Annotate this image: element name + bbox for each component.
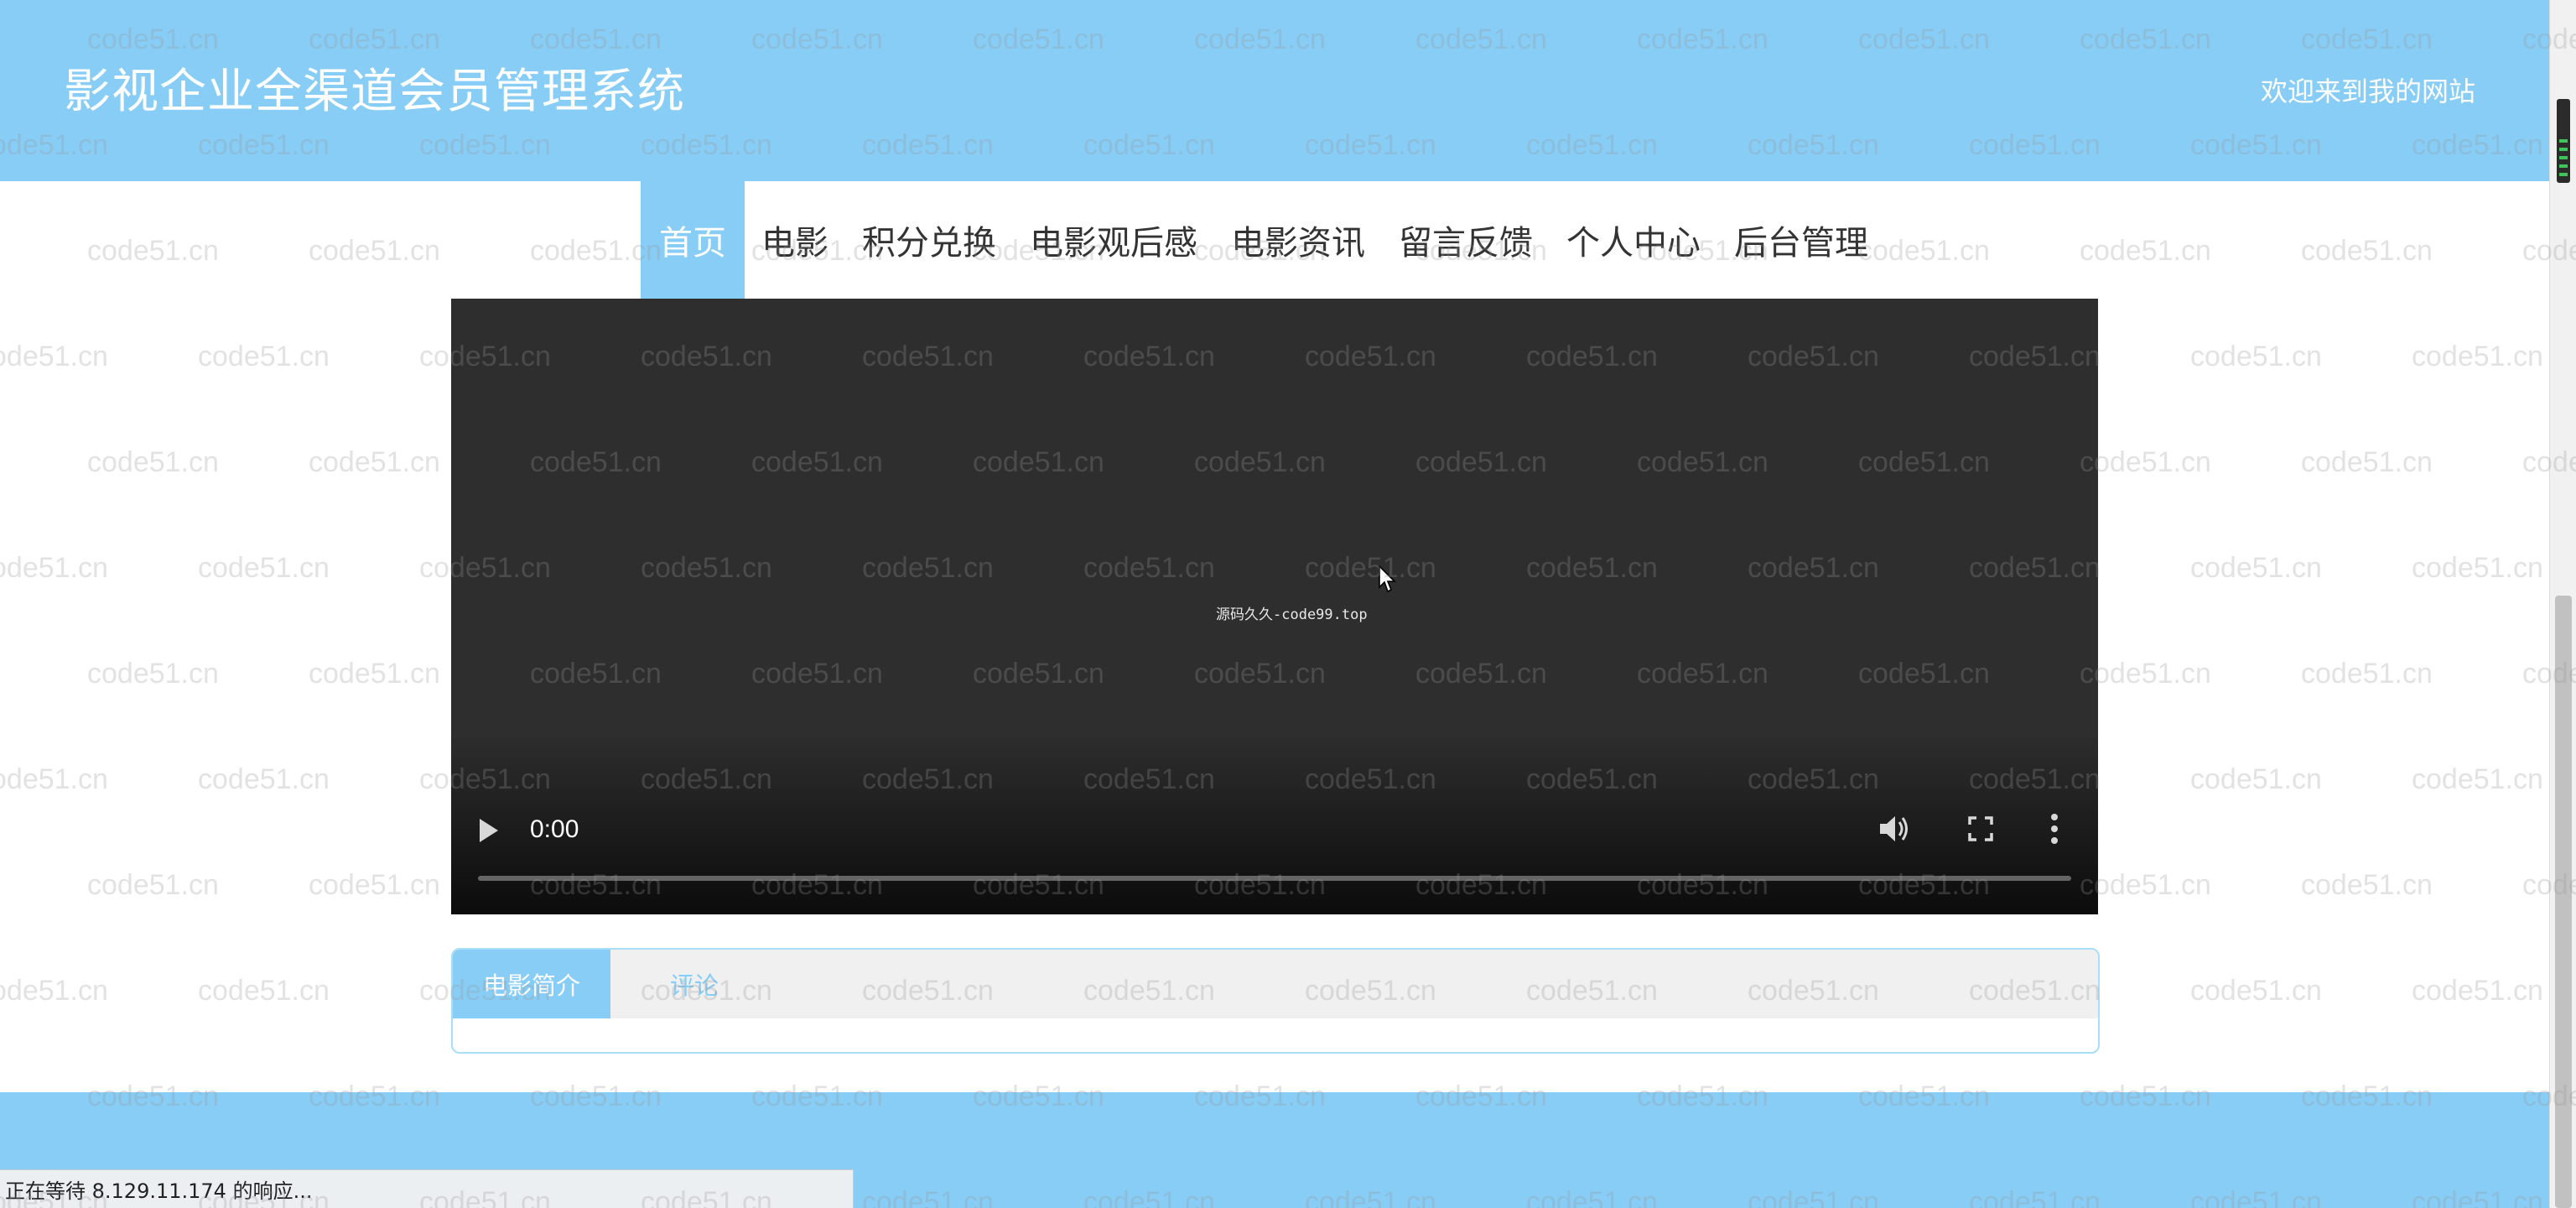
- watermark-text: code51.cn: [198, 341, 330, 372]
- watermark-text: code51.cn: [2301, 446, 2433, 478]
- watermark-text: code51.cn: [87, 446, 219, 478]
- watermark-text: code51.cn: [198, 763, 330, 795]
- watermark-text: code51.cn: [2412, 341, 2543, 372]
- watermark-text: code51.cn: [2412, 552, 2543, 584]
- watermark-text: code51.cn: [2080, 235, 2211, 267]
- video-time: 0:00: [530, 815, 579, 843]
- nav-item-personal-center[interactable]: 个人中心: [1550, 181, 1717, 299]
- watermark-text: code51.cn: [87, 869, 219, 901]
- watermark-text: code51.cn: [2301, 235, 2433, 267]
- watermark-text: code51.cn: [0, 975, 108, 1007]
- site-title: 影视企业全渠道会员管理系统: [64, 65, 685, 119]
- watermark-text: code51.cn: [2190, 763, 2322, 795]
- watermark-text: code51.cn: [2412, 763, 2543, 795]
- nav-item-points-exchange[interactable]: 积分兑换: [845, 181, 1013, 299]
- nav-item-movies[interactable]: 电影: [745, 181, 845, 299]
- watermark-text: code51.cn: [198, 552, 330, 584]
- nav-item-admin[interactable]: 后台管理: [1717, 181, 1885, 299]
- nav-item-movie-news[interactable]: 电影资讯: [1214, 181, 1382, 299]
- scroll-marker: [2557, 99, 2570, 183]
- mouse-cursor-icon: [1379, 565, 1396, 593]
- header-band: 影视企业全渠道会员管理系统 欢迎来到我的网站: [0, 0, 2549, 181]
- watermark-text: code51.cn: [2080, 869, 2211, 901]
- seek-bar[interactable]: [478, 876, 2071, 881]
- watermark-text: code51.cn: [2080, 446, 2211, 478]
- watermark-text: code51.cn: [2301, 869, 2433, 901]
- browser-status-bar: 正在等待 8.129.11.174 的响应...: [0, 1169, 854, 1208]
- nav-item-feedback[interactable]: 留言反馈: [1382, 181, 1550, 299]
- watermark-text: code51.cn: [2190, 341, 2322, 372]
- watermark-text: code51.cn: [2190, 975, 2322, 1007]
- watermark-text: code51.cn: [2412, 975, 2543, 1007]
- watermark-text: code51.cn: [309, 658, 440, 690]
- tab-movie-intro[interactable]: 电影简介: [453, 950, 610, 1018]
- nav-item-movie-reviews[interactable]: 电影观后感: [1013, 181, 1214, 299]
- page-scrollbar[interactable]: [2549, 0, 2576, 1208]
- watermark-text: code51.cn: [2190, 552, 2322, 584]
- watermark-text: code51.cn: [87, 658, 219, 690]
- video-caption: 源码久久-code99.top: [1216, 607, 1368, 623]
- movie-info-panel: 电影简介 评论: [451, 948, 2100, 1054]
- watermark-text: code51.cn: [87, 235, 219, 267]
- watermark-text: code51.cn: [0, 552, 108, 584]
- watermark-text: code51.cn: [309, 869, 440, 901]
- watermark-text: code51.cn: [309, 235, 440, 267]
- main-nav: 首页 电影 积分兑换 电影观后感 电影资讯 留言反馈 个人中心 后台管理: [641, 181, 1885, 299]
- play-icon[interactable]: [480, 819, 498, 842]
- watermark-text: code51.cn: [0, 341, 108, 372]
- video-controls-gradient: [451, 730, 2098, 914]
- welcome-text: 欢迎来到我的网站: [2260, 76, 2475, 107]
- tab-bar: 电影简介 评论: [453, 950, 2098, 1018]
- nav-item-home[interactable]: 首页: [641, 181, 745, 299]
- watermark-text: code51.cn: [2301, 658, 2433, 690]
- scrollbar-thumb[interactable]: [2555, 596, 2572, 1208]
- fullscreen-icon[interactable]: [1967, 815, 1994, 842]
- more-options-icon[interactable]: [2049, 812, 2059, 846]
- watermark-text: code51.cn: [2080, 658, 2211, 690]
- watermark-text: code51.cn: [309, 446, 440, 478]
- watermark-text: code51.cn: [198, 975, 330, 1007]
- watermark-text: code51.cn: [0, 763, 108, 795]
- tab-comments[interactable]: 评论: [610, 950, 778, 1018]
- volume-icon[interactable]: [1877, 814, 1910, 844]
- video-player[interactable]: 源码久久-code99.top 0:00: [451, 299, 2098, 914]
